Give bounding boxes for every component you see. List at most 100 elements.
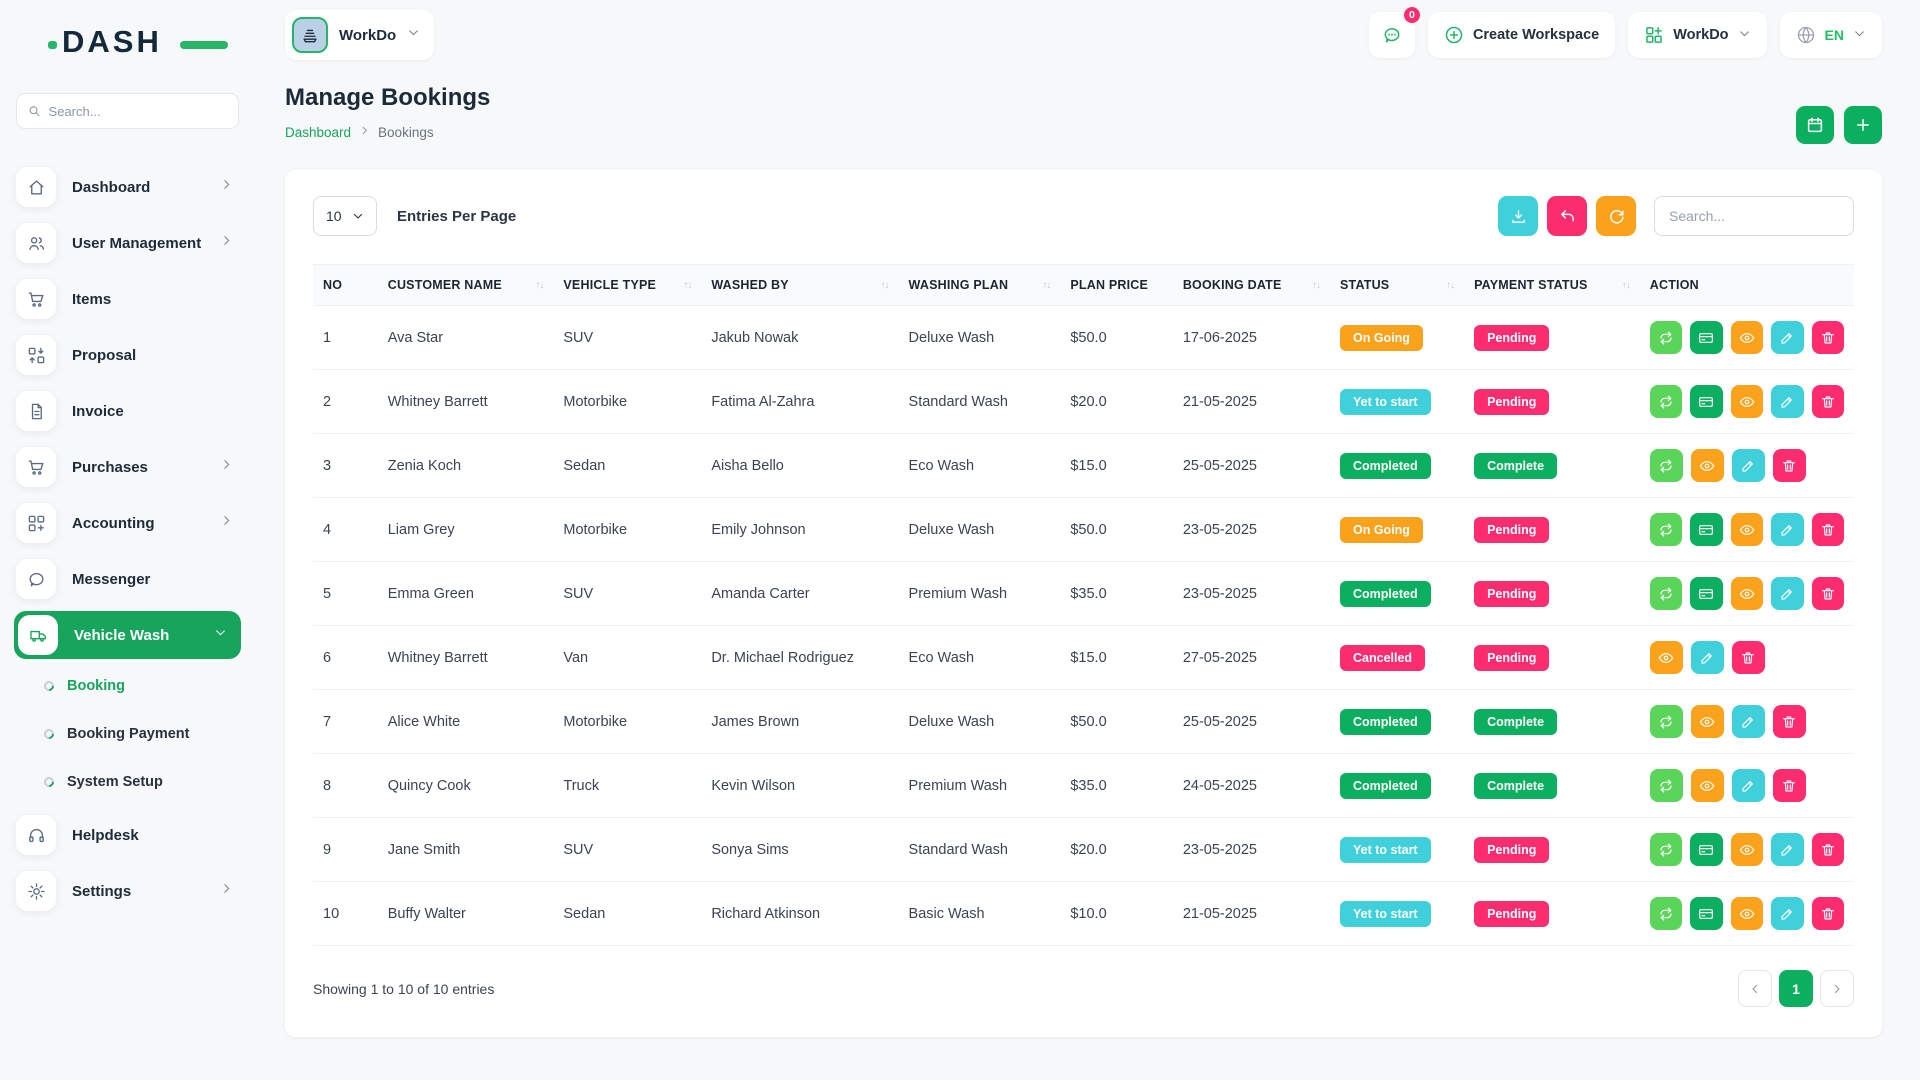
sync-button[interactable] [1650,513,1682,546]
language-selector[interactable]: EN [1780,12,1882,58]
column-header-status[interactable]: STATUS↑↓ [1330,265,1464,306]
sort-icon[interactable]: ↑↓ [881,280,889,291]
sort-icon[interactable]: ↑↓ [1622,280,1630,291]
sync-button[interactable] [1650,449,1683,482]
breadcrumb-dashboard-link[interactable]: Dashboard [285,125,351,140]
create-workspace-button[interactable]: Create Workspace [1428,12,1615,58]
sidebar-subitem-system-setup[interactable]: System Setup [44,767,239,797]
sidebar-item-helpdesk[interactable]: Helpdesk [16,815,239,855]
eye-button[interactable] [1731,833,1763,866]
sync-button[interactable] [1650,385,1682,418]
trash-button[interactable] [1773,705,1806,738]
sidebar-item-settings[interactable]: Settings [16,871,239,911]
eye-button[interactable] [1731,897,1763,930]
eye-button[interactable] [1691,705,1724,738]
column-header-payment-status[interactable]: PAYMENT STATUS↑↓ [1464,265,1640,306]
sync-button[interactable] [1650,321,1682,354]
sync-button[interactable] [1650,769,1683,802]
payment-status-badge: Complete [1474,453,1557,479]
pencil-button[interactable] [1732,705,1765,738]
trash-icon [1820,586,1836,602]
trash-button[interactable] [1812,513,1844,546]
sidebar-subitem-booking[interactable]: Booking [44,671,239,701]
sync-button[interactable] [1650,577,1682,610]
eye-button[interactable] [1731,513,1763,546]
sidebar-item-invoice[interactable]: Invoice [16,391,239,431]
column-header-no: NO [313,265,378,306]
column-header-washing-plan[interactable]: WASHING PLAN↑↓ [899,265,1061,306]
sync-icon [1658,714,1674,730]
column-header-customer-name[interactable]: CUSTOMER NAME↑↓ [378,265,554,306]
table-search-input[interactable] [1654,196,1854,236]
trash-button[interactable] [1812,577,1844,610]
column-header-washed-by[interactable]: WASHED BY↑↓ [701,265,898,306]
eye-button[interactable] [1731,577,1763,610]
prev-page-button[interactable] [1738,970,1772,1007]
sidebar-item-proposal[interactable]: Proposal [16,335,239,375]
trash-button[interactable] [1773,769,1806,802]
sidebar-item-user-management[interactable]: User Management [16,223,239,263]
eye-button[interactable] [1650,641,1683,674]
eye-button[interactable] [1691,769,1724,802]
pencil-button[interactable] [1771,833,1803,866]
pencil-button[interactable] [1771,321,1803,354]
pencil-button[interactable] [1771,385,1803,418]
sidebar-item-purchases[interactable]: Purchases [16,447,239,487]
sidebar-item-items[interactable]: Items [16,279,239,319]
pencil-button[interactable] [1771,897,1803,930]
sync-button[interactable] [1650,705,1683,738]
eye-button[interactable] [1731,385,1763,418]
trash-button[interactable] [1732,641,1765,674]
payment-status-badge: Complete [1474,709,1557,735]
dash-logo[interactable]: DASH [62,24,212,66]
sidebar-item-accounting[interactable]: Accounting [16,503,239,543]
card-button[interactable] [1690,385,1722,418]
calendar-view-button[interactable] [1796,106,1834,144]
trash-button[interactable] [1812,321,1844,354]
sidebar-item-vehicle-wash[interactable]: Vehicle Wash [14,611,241,659]
pencil-button[interactable] [1691,641,1724,674]
cell-booking-date: 17-06-2025 [1173,306,1330,370]
sidebar-item-messenger[interactable]: Messenger [16,559,239,599]
next-page-button[interactable] [1820,970,1854,1007]
workdo-menu-button[interactable]: WorkDo [1628,12,1766,58]
trash-button[interactable] [1812,897,1844,930]
card-button[interactable] [1690,513,1722,546]
card-button[interactable] [1690,577,1722,610]
sort-icon[interactable]: ↑↓ [1042,280,1050,291]
refresh-button[interactable] [1596,196,1636,236]
chat-icon [16,559,56,599]
sync-button[interactable] [1650,833,1682,866]
eye-button[interactable] [1691,449,1724,482]
plus-circle-icon [1444,25,1464,45]
column-header-vehicle-type[interactable]: VEHICLE TYPE↑↓ [553,265,701,306]
sort-icon[interactable]: ↑↓ [1446,280,1454,291]
sidebar-subitem-booking-payment[interactable]: Booking Payment [44,719,239,749]
trash-button[interactable] [1773,449,1806,482]
card-button[interactable] [1690,897,1722,930]
column-header-booking-date[interactable]: BOOKING DATE↑↓ [1173,265,1330,306]
reset-button[interactable] [1547,196,1587,236]
messages-button[interactable]: 0 [1369,12,1415,58]
sidebar-item-dashboard[interactable]: Dashboard [16,167,239,207]
page-1-button[interactable]: 1 [1779,970,1813,1007]
pencil-button[interactable] [1732,449,1765,482]
sort-icon[interactable]: ↑↓ [1312,280,1320,291]
entries-per-page-select[interactable]: 10 [313,196,377,236]
sort-icon[interactable]: ↑↓ [535,280,543,291]
pencil-button[interactable] [1771,577,1803,610]
pencil-button[interactable] [1771,513,1803,546]
sidebar-item-label: Helpdesk [72,827,139,844]
trash-button[interactable] [1812,833,1844,866]
card-button[interactable] [1690,833,1722,866]
sidebar-search-input[interactable] [49,104,227,119]
workspace-switcher[interactable]: WorkDo [285,10,434,60]
eye-button[interactable] [1731,321,1763,354]
card-button[interactable] [1690,321,1722,354]
trash-button[interactable] [1812,385,1844,418]
export-button[interactable] [1498,196,1538,236]
pencil-button[interactable] [1732,769,1765,802]
sync-button[interactable] [1650,897,1682,930]
add-booking-button[interactable] [1844,106,1882,144]
sort-icon[interactable]: ↑↓ [683,280,691,291]
